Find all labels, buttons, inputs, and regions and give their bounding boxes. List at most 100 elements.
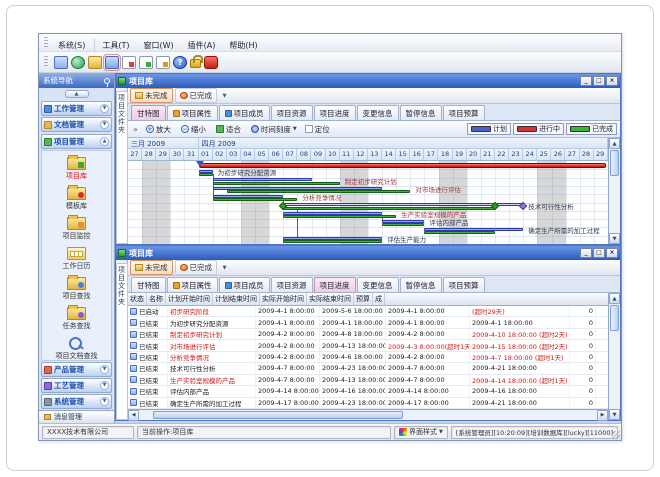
gantt-tool-button[interactable]: 时间刻度 ▼: [249, 123, 299, 136]
view-tab[interactable]: 暂停信息: [400, 277, 442, 292]
view-tab[interactable]: 变更信息: [357, 277, 399, 292]
view-tab[interactable]: 变更信息: [357, 105, 399, 120]
minimize-button[interactable]: _: [580, 248, 592, 258]
summary-progress-marker[interactable]: [196, 161, 204, 167]
filter-button[interactable]: 已完成: [175, 88, 218, 103]
gantt-vertical-scrollbar[interactable]: ▲ ▼: [608, 138, 620, 244]
project-folders-strip[interactable]: 项目文件夹: [116, 88, 128, 244]
window-titlebar[interactable]: 项目库 _ □ ×: [116, 246, 620, 260]
view-tab[interactable]: 项目成员: [219, 105, 270, 120]
column-header[interactable]: 实际开始时间: [260, 293, 307, 305]
sidebar-group[interactable]: 工艺管理 ▼: [41, 378, 112, 393]
maximize-button[interactable]: □: [593, 76, 605, 86]
menu-item[interactable]: 帮助(H): [222, 39, 264, 52]
table-row[interactable]: 已启动 初步研究阶段 2009-4-1 8:00:00 2009-5-6 18:…: [128, 306, 608, 317]
sidebar-nav-item[interactable]: 项目库: [42, 154, 111, 181]
scroll-up-button[interactable]: ▲: [609, 293, 620, 304]
chevron-down-icon[interactable]: ▼: [100, 381, 109, 390]
gantt-tool-button[interactable]: 定位: [303, 123, 334, 136]
sidebar-collapse-button[interactable]: ▲: [65, 90, 89, 98]
template-doc-icon[interactable]: [139, 56, 153, 69]
scroll-down-button[interactable]: ▼: [609, 233, 620, 244]
lock-icon[interactable]: [190, 59, 201, 68]
gantt-bar-actual[interactable]: [227, 190, 411, 193]
exit-icon[interactable]: [204, 56, 218, 69]
sidebar-nav-item[interactable]: 项目监控: [42, 214, 111, 241]
gantt-bar-actual[interactable]: [213, 198, 298, 201]
summary-bar[interactable]: [199, 163, 606, 168]
scrollbar-thumb[interactable]: [610, 305, 619, 331]
resize-grip[interactable]: [612, 431, 620, 439]
view-tab[interactable]: 项目预算: [443, 105, 485, 120]
column-header[interactable]: 状态: [128, 293, 147, 305]
view-tab[interactable]: 项目资源: [271, 105, 313, 120]
chevron-down-icon[interactable]: ▼: [100, 104, 109, 113]
table-row[interactable]: 已结束 生产实验室规模的产品 2009-4-7 8:00:00 2009-4-1…: [128, 375, 608, 386]
gantt-tool-button[interactable]: − 缩小: [179, 123, 210, 136]
scroll-right-button[interactable]: ▶: [597, 410, 608, 421]
gantt-bar-actual[interactable]: [424, 231, 495, 234]
chevron-down-icon[interactable]: ▼: [100, 120, 109, 129]
gantt-tool-button[interactable]: 适合: [214, 123, 245, 136]
view-tab[interactable]: 项目属性: [167, 105, 218, 120]
maximize-button[interactable]: □: [593, 248, 605, 258]
view-tab[interactable]: 项目成员: [219, 277, 270, 292]
filter-button[interactable]: 未完成: [130, 88, 173, 103]
sidebar-group[interactable]: 产品管理 ▼: [41, 362, 112, 377]
sidebar-nav-item[interactable]: 工作日历: [42, 244, 111, 271]
table-row[interactable]: 已结束 分析竞争情况 2009-4-2 8:00:00 2009-4-6 18:…: [128, 352, 608, 363]
pin-icon[interactable]: [104, 78, 110, 84]
close-button[interactable]: ×: [606, 248, 618, 258]
column-header[interactable]: 计划开始时间: [166, 293, 213, 305]
sidebar-nav-item[interactable]: 任务查找: [42, 304, 111, 331]
gantt-bar-actual[interactable]: [382, 223, 424, 226]
menu-item[interactable]: 插件(A): [181, 39, 223, 52]
scroll-up-button[interactable]: ▲: [609, 138, 620, 149]
table-horizontal-scrollbar[interactable]: ◀ ▶: [128, 409, 608, 420]
scrollbar-thumb[interactable]: [610, 150, 619, 176]
gantt-bar-plan[interactable]: [283, 203, 523, 206]
view-tab[interactable]: 甘特图: [131, 105, 166, 120]
filter-button[interactable]: 未完成: [130, 260, 173, 275]
column-header[interactable]: 预算: [354, 293, 373, 305]
chevron-down-icon[interactable]: ▼: [100, 365, 109, 374]
gantt-bar-actual[interactable]: [283, 240, 382, 243]
chevron-up-icon[interactable]: ▲: [100, 137, 109, 146]
minimize-button[interactable]: _: [580, 76, 592, 86]
view-tab[interactable]: 项目属性: [167, 277, 218, 292]
table-row[interactable]: 已结束 制定初步研究计划 2009-4-2 8:00:00 2009-4-8 1…: [128, 329, 608, 340]
filter-more-button[interactable]: ▼: [219, 90, 230, 101]
window-titlebar[interactable]: 项目库 _ □ ×: [116, 74, 620, 88]
table-row[interactable]: 已结束 为初步研究分配资源 2009-4-1 8:00:00 2009-4-1 …: [128, 317, 608, 328]
app-window-icon[interactable]: [54, 56, 68, 69]
message-management-tab[interactable]: 消息管理: [39, 410, 114, 423]
filter-button[interactable]: 已完成: [175, 260, 218, 275]
filter-more-button[interactable]: ▼: [219, 262, 230, 273]
view-tab[interactable]: 项目进度: [314, 277, 356, 292]
menu-item[interactable]: 工具(T): [94, 39, 136, 52]
view-tab[interactable]: 暂停信息: [400, 105, 442, 120]
column-header[interactable]: 名称: [147, 293, 166, 305]
sidebar-group[interactable]: 文档管理 ▼: [41, 117, 112, 132]
plan-doc-icon[interactable]: [156, 56, 170, 69]
gantt-tool-button[interactable]: + 放大: [144, 123, 175, 136]
report-doc-icon[interactable]: [122, 56, 136, 69]
menu-item[interactable]: 系统(S): [51, 39, 92, 52]
view-tab[interactable]: 项目预算: [443, 277, 485, 292]
help-icon[interactable]: ?: [173, 56, 187, 69]
menu-drag-handle[interactable]: [44, 37, 48, 49]
gantt-bar-actual[interactable]: [213, 182, 340, 185]
project-folder-open-icon[interactable]: [105, 56, 119, 69]
sidebar-nav-item[interactable]: 项目查找: [42, 274, 111, 301]
sidebar-group-project[interactable]: 项目管理 ▲: [41, 134, 112, 149]
folder-icon[interactable]: [88, 56, 102, 69]
view-tab[interactable]: 甘特图: [131, 277, 166, 292]
chevron-down-icon[interactable]: ▼: [100, 397, 109, 406]
toolbar-overflow-button[interactable]: »: [131, 125, 140, 134]
view-tab[interactable]: 项目进度: [314, 105, 356, 120]
table-row[interactable]: 已结束 技术可行性分析 2009-4-7 8:00:00 2009-4-23 1…: [128, 363, 608, 374]
sidebar-nav-item[interactable]: 项目文档查找: [42, 334, 111, 361]
sidebar-nav-item[interactable]: 模板库: [42, 184, 111, 211]
gantt-bar-plan[interactable]: [213, 178, 312, 181]
toolbar-drag-handle[interactable]: [44, 56, 48, 68]
